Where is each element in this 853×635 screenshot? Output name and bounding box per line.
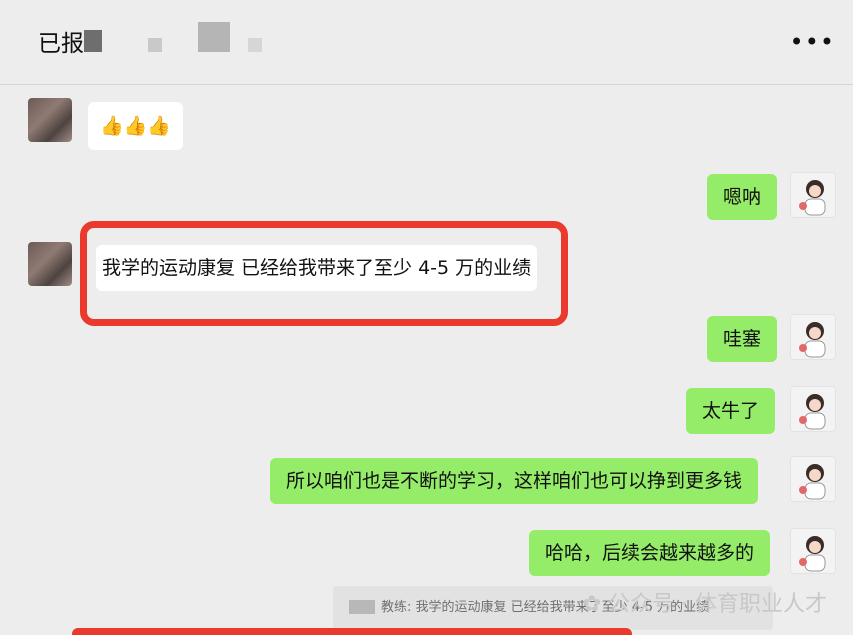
girl-avatar-icon — [799, 464, 826, 500]
message-bubble-me[interactable]: 所以咱们也是不断的学习，这样咱们也可以挣到更多钱 — [270, 458, 759, 504]
redacted-name-block — [349, 600, 375, 614]
chat-header: 已报 ••• — [0, 0, 853, 85]
avatar[interactable] — [28, 242, 72, 286]
avatar[interactable] — [790, 172, 836, 218]
message-text: 太牛了 — [702, 400, 760, 422]
message-text: 👍👍👍 — [100, 115, 171, 137]
wechat-icon: ✿ — [582, 592, 602, 617]
girl-avatar-icon — [799, 536, 826, 572]
redacted-name-block — [198, 22, 230, 52]
avatar[interactable] — [790, 314, 836, 360]
chat-title: 已报 — [38, 31, 84, 57]
highlight-frame-partial — [72, 628, 632, 635]
girl-avatar-icon — [799, 180, 826, 216]
watermark-text: 公众号 · 体育职业人才 — [608, 592, 827, 617]
redacted-name-block — [148, 38, 162, 52]
message-text: 哇塞 — [723, 328, 762, 350]
message-bubble-me[interactable]: 哈哈，后续会越来越多的 — [529, 530, 771, 576]
message-text: 所以咱们也是不断的学习，这样咱们也可以挣到更多钱 — [286, 470, 743, 492]
message-bubble-me[interactable]: 哇塞 — [707, 316, 778, 362]
avatar[interactable] — [28, 98, 72, 142]
message-bubble-me[interactable]: 太牛了 — [686, 388, 776, 434]
message-bubble-other[interactable]: 👍👍👍 — [88, 102, 183, 150]
girl-avatar-icon — [799, 394, 826, 430]
watermark: ✿ 公众号 · 体育职业人才 — [583, 586, 827, 618]
more-options-icon[interactable]: ••• — [790, 30, 835, 54]
highlight-frame — [80, 221, 568, 326]
avatar[interactable] — [790, 528, 836, 574]
message-text: 嗯呐 — [723, 186, 762, 208]
redacted-name-block — [84, 30, 102, 52]
message-text: 哈哈，后续会越来越多的 — [545, 542, 755, 564]
avatar[interactable] — [790, 456, 836, 502]
girl-avatar-icon — [799, 322, 826, 358]
message-bubble-me[interactable]: 嗯呐 — [707, 174, 778, 220]
redacted-name-block — [248, 38, 262, 52]
avatar[interactable] — [790, 386, 836, 432]
